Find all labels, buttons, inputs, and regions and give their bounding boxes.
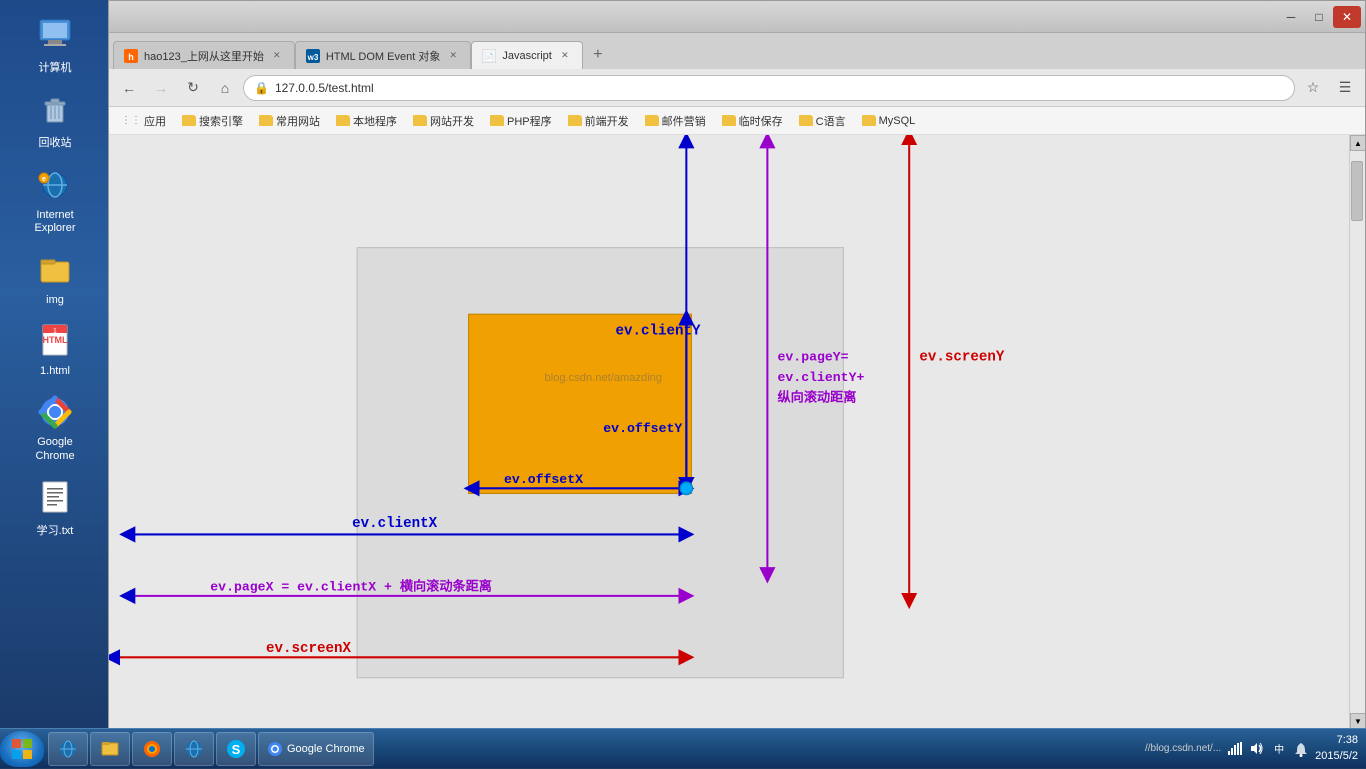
new-tab-button[interactable]: + — [583, 41, 613, 69]
lock-icon: 🔒 — [254, 81, 269, 95]
taskbar-ie2-button[interactable] — [174, 732, 214, 766]
tab-close-js[interactable]: ✕ — [558, 49, 572, 63]
home-button[interactable]: ⌂ — [211, 74, 239, 102]
taskbar-chrome-item[interactable]: Google Chrome — [258, 732, 374, 766]
browser-window: ─ □ ✕ h hao123_上网从这里开始 ✕ w3 HTML DOM Eve… — [108, 0, 1366, 730]
browser-titlebar: ─ □ ✕ — [109, 1, 1365, 33]
taskbar: S Google Chrome //blog.csdn.net/... — [0, 728, 1366, 768]
scrollbar-track[interactable] — [1350, 151, 1365, 713]
bookmark-search[interactable]: 搜索引擎 — [176, 111, 249, 131]
tab-w3[interactable]: w3 HTML DOM Event 对象 ✕ — [295, 41, 472, 69]
w3-favicon: w3 — [306, 49, 320, 63]
folder-icon — [182, 115, 196, 126]
diagram-arrows: blog.csdn.net/amazding — [109, 135, 1365, 729]
browser-content: blog.csdn.net/amazding — [109, 135, 1365, 729]
taskbar-explorer-button[interactable] — [90, 732, 130, 766]
js-favicon: 📄 — [482, 49, 496, 63]
folder-icon — [722, 115, 736, 126]
network-icon[interactable] — [1227, 741, 1243, 757]
maximize-button[interactable]: □ — [1305, 6, 1333, 28]
taskbar-firefox-button[interactable] — [132, 732, 172, 766]
svg-text:blog.csdn.net/amazding: blog.csdn.net/amazding — [545, 372, 663, 384]
folder-icon — [645, 115, 659, 126]
bookmark-c[interactable]: C语言 — [793, 111, 852, 131]
folder-icon — [862, 115, 876, 126]
desktop-icon-ie[interactable]: e InternetExplorer — [15, 160, 95, 240]
ime-icon[interactable]: 中 — [1271, 741, 1287, 757]
tab-close-hao123[interactable]: ✕ — [270, 49, 284, 63]
svg-text:📄: 📄 — [484, 52, 494, 62]
svg-text:ev.offsetY: ev.offsetY — [603, 421, 682, 436]
desktop-icon-chrome[interactable]: GoogleChrome — [15, 387, 95, 467]
folder-icon — [490, 115, 504, 126]
bookmark-email[interactable]: 邮件营销 — [639, 111, 712, 131]
tab-close-w3[interactable]: ✕ — [446, 49, 460, 63]
bookmark-mysql[interactable]: MySQL — [856, 113, 922, 129]
svg-text:ev.clientX: ev.clientX — [352, 516, 437, 532]
back-button[interactable]: ← — [115, 74, 143, 102]
svg-text:ev.screenX: ev.screenX — [266, 641, 351, 657]
hao123-favicon: h — [124, 49, 138, 63]
folder-icon — [568, 115, 582, 126]
address-text: 127.0.0.5/test.html — [275, 81, 374, 95]
desktop: 计算机 回收站 e InternetExplorer — [0, 0, 110, 730]
svg-text:ev.pageY=: ev.pageY= — [778, 349, 849, 364]
volume-icon[interactable] — [1249, 741, 1265, 757]
notification-icon[interactable] — [1293, 741, 1309, 757]
tab-hao123[interactable]: h hao123_上网从这里开始 ✕ — [113, 41, 295, 69]
bookmarks-bar: ⋮⋮ 应用 搜索引擎 常用网站 本地程序 网站开发 PHP程序 前端开发 — [109, 107, 1365, 135]
desktop-icon-txt[interactable]: 学习.txt — [15, 473, 95, 543]
svg-text:ev.clientY+: ev.clientY+ — [778, 370, 865, 385]
taskbar-clock: 7:38 2015/5/2 — [1315, 733, 1358, 764]
svg-text:纵向滚动距离: 纵向滚动距离 — [778, 388, 857, 405]
svg-text:h: h — [128, 52, 134, 62]
svg-text:ev.offsetX: ev.offsetX — [504, 472, 583, 487]
taskbar-ie-button[interactable] — [48, 732, 88, 766]
bookmark-apps[interactable]: ⋮⋮ 应用 — [115, 111, 172, 131]
browser-tabs: h hao123_上网从这里开始 ✕ w3 HTML DOM Event 对象 … — [109, 33, 1365, 69]
bookmark-php[interactable]: PHP程序 — [484, 111, 558, 131]
taskbar-skype-button[interactable]: S — [216, 732, 256, 766]
bookmark-button[interactable]: ☆ — [1299, 74, 1327, 102]
desktop-icon-computer[interactable]: 计算机 — [15, 10, 95, 80]
minimize-button[interactable]: ─ — [1277, 6, 1305, 28]
windows-logo — [11, 738, 33, 760]
bookmark-frontend[interactable]: 前端开发 — [562, 111, 635, 131]
svg-text:ev.screenY: ev.screenY — [919, 349, 1004, 365]
tab-js[interactable]: 📄 Javascript ✕ — [471, 41, 583, 69]
folder-icon — [336, 115, 350, 126]
scrollbar-up-button[interactable]: ▲ — [1350, 135, 1365, 151]
reload-button[interactable]: ↻ — [179, 74, 207, 102]
scrollbar-thumb[interactable] — [1351, 161, 1363, 221]
folder-icon — [799, 115, 813, 126]
svg-text:e: e — [42, 176, 46, 183]
forward-button[interactable]: → — [147, 74, 175, 102]
start-button[interactable] — [0, 731, 44, 767]
bookmark-common[interactable]: 常用网站 — [253, 111, 326, 131]
desktop-icon-html[interactable]: HTML 1 1.html — [15, 316, 95, 382]
svg-text:ev.pageX = ev.clientX + 横向滚动条距: ev.pageX = ev.clientX + 横向滚动条距离 — [210, 578, 492, 595]
bookmark-webdev[interactable]: 网站开发 — [407, 111, 480, 131]
folder-icon — [413, 115, 427, 126]
svg-text:1: 1 — [53, 328, 57, 335]
menu-button[interactable]: ☰ — [1331, 74, 1359, 102]
scrollbar[interactable]: ▲ ▼ — [1349, 135, 1365, 729]
close-button[interactable]: ✕ — [1333, 6, 1361, 28]
svg-text:HTML: HTML — [43, 335, 68, 345]
svg-text:S: S — [232, 742, 241, 757]
folder-icon — [259, 115, 273, 126]
svg-text:ev.clientY: ev.clientY — [615, 324, 700, 340]
browser-toolbar: ← → ↻ ⌂ 🔒 127.0.0.5/test.html ☆ ☰ — [109, 69, 1365, 107]
taskbar-items: S Google Chrome — [44, 729, 1137, 769]
page-content: blog.csdn.net/amazding — [109, 135, 1365, 729]
address-bar[interactable]: 🔒 127.0.0.5/test.html — [243, 75, 1295, 101]
taskbar-tray: //blog.csdn.net/... 中 7 — [1137, 729, 1366, 769]
svg-text:w3: w3 — [306, 53, 318, 62]
bookmark-temp[interactable]: 临时保存 — [716, 111, 789, 131]
scrollbar-down-button[interactable]: ▼ — [1350, 713, 1365, 729]
desktop-icon-img[interactable]: img — [15, 245, 95, 311]
desktop-icon-recycle[interactable]: 回收站 — [15, 85, 95, 155]
bookmark-local[interactable]: 本地程序 — [330, 111, 403, 131]
